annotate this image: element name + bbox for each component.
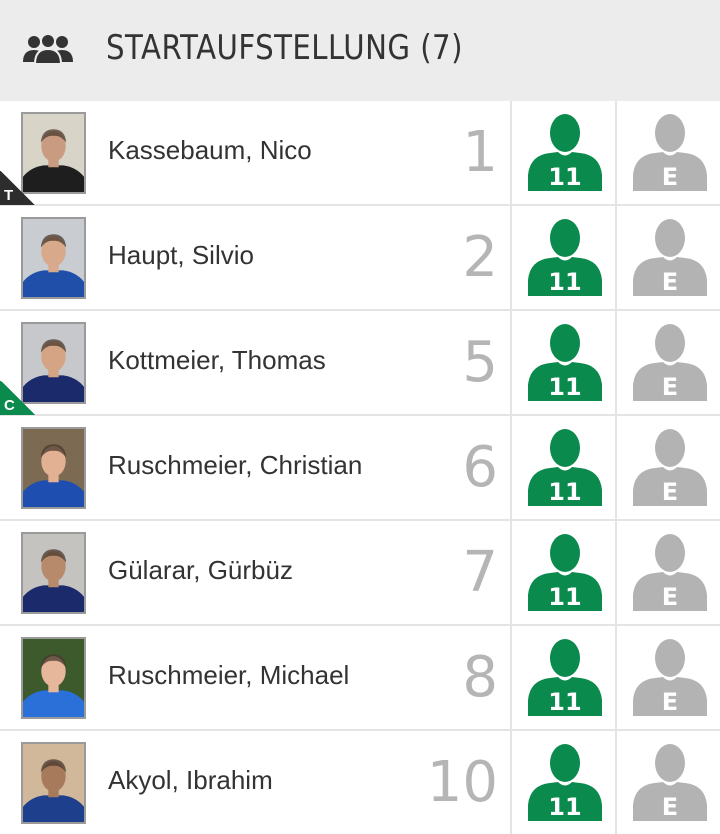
goalkeeper-badge: T [0,171,36,205]
player-row[interactable]: Akyol, Ibrahim 10 11 E [0,731,720,834]
substitute-label: E [662,268,678,296]
starter-label: 11 [548,793,581,821]
substitute-toggle[interactable]: E [615,101,719,204]
starting-eleven-icon: 11 [528,429,602,506]
starter-toggle[interactable]: 11 [510,311,614,414]
substitute-icon: E [633,534,707,611]
starting-eleven-icon: 11 [528,114,602,191]
starter-toggle[interactable]: 11 [510,416,614,519]
substitute-label: E [662,583,678,611]
player-list: T Kassebaum, Nico 1 11 E Haupt, Silvio 2 11… [0,101,720,834]
badge-label: C [4,397,15,414]
substitute-icon: E [633,114,707,191]
substitute-toggle[interactable]: E [615,626,719,729]
substitute-toggle[interactable]: E [615,206,719,309]
substitute-label: E [662,373,678,401]
substitute-icon: E [633,429,707,506]
player-row[interactable]: Ruschmeier, Christian 6 11 E [0,416,720,521]
substitute-toggle[interactable]: E [615,731,719,834]
substitute-label: E [662,478,678,506]
player-photo [21,427,86,509]
substitute-toggle[interactable]: E [615,521,719,624]
player-name[interactable]: Akyol, Ibrahim [108,765,273,796]
jersey-number: 1 [462,120,498,185]
starter-toggle[interactable]: 11 [510,626,614,729]
starter-label: 11 [548,688,581,716]
player-name[interactable]: Haupt, Silvio [108,240,254,271]
starting-eleven-icon: 11 [528,639,602,716]
substitute-label: E [662,688,678,716]
player-name[interactable]: Gülarar, Gürbüz [108,555,293,586]
player-row[interactable]: Gülarar, Gürbüz 7 11 E [0,521,720,626]
jersey-number: 2 [462,225,498,290]
jersey-number: 6 [462,435,498,500]
player-row[interactable]: C Kottmeier, Thomas 5 11 E [0,311,720,416]
lineup-header: STARTAUFSTELLUNG (7) [0,0,720,101]
starter-label: 11 [548,373,581,401]
starter-toggle[interactable]: 11 [510,731,614,834]
badge-label: T [4,187,14,204]
starter-toggle[interactable]: 11 [510,206,614,309]
substitute-icon: E [633,324,707,401]
substitute-label: E [662,793,678,821]
starting-eleven-icon: 11 [528,744,602,821]
player-photo [21,742,86,824]
starter-label: 11 [548,583,581,611]
jersey-number: 8 [462,645,498,710]
player-name[interactable]: Ruschmeier, Michael [108,660,349,691]
starter-toggle[interactable]: 11 [510,521,614,624]
captain-badge: C [0,381,36,415]
jersey-number: 5 [462,330,498,395]
player-row[interactable]: T Kassebaum, Nico 1 11 E [0,101,720,206]
player-photo [21,217,86,299]
player-name[interactable]: Kottmeier, Thomas [108,345,326,376]
substitute-label: E [662,163,678,191]
substitute-toggle[interactable]: E [615,311,719,414]
starter-label: 11 [548,163,581,191]
player-photo [21,532,86,614]
starter-label: 11 [548,268,581,296]
starter-toggle[interactable]: 11 [510,101,614,204]
starting-eleven-icon: 11 [528,219,602,296]
substitute-icon: E [633,639,707,716]
jersey-number: 7 [462,540,498,605]
substitute-icon: E [633,744,707,821]
jersey-number: 10 [426,750,498,815]
player-row[interactable]: Ruschmeier, Michael 8 11 E [0,626,720,731]
player-row[interactable]: Haupt, Silvio 2 11 E [0,206,720,311]
team-icon [23,34,73,64]
starting-eleven-icon: 11 [528,534,602,611]
substitute-toggle[interactable]: E [615,416,719,519]
player-photo [21,637,86,719]
starting-eleven-icon: 11 [528,324,602,401]
player-name[interactable]: Ruschmeier, Christian [108,450,362,481]
page-title: STARTAUFSTELLUNG (7) [106,28,463,68]
starter-label: 11 [548,478,581,506]
player-name[interactable]: Kassebaum, Nico [108,135,312,166]
substitute-icon: E [633,219,707,296]
